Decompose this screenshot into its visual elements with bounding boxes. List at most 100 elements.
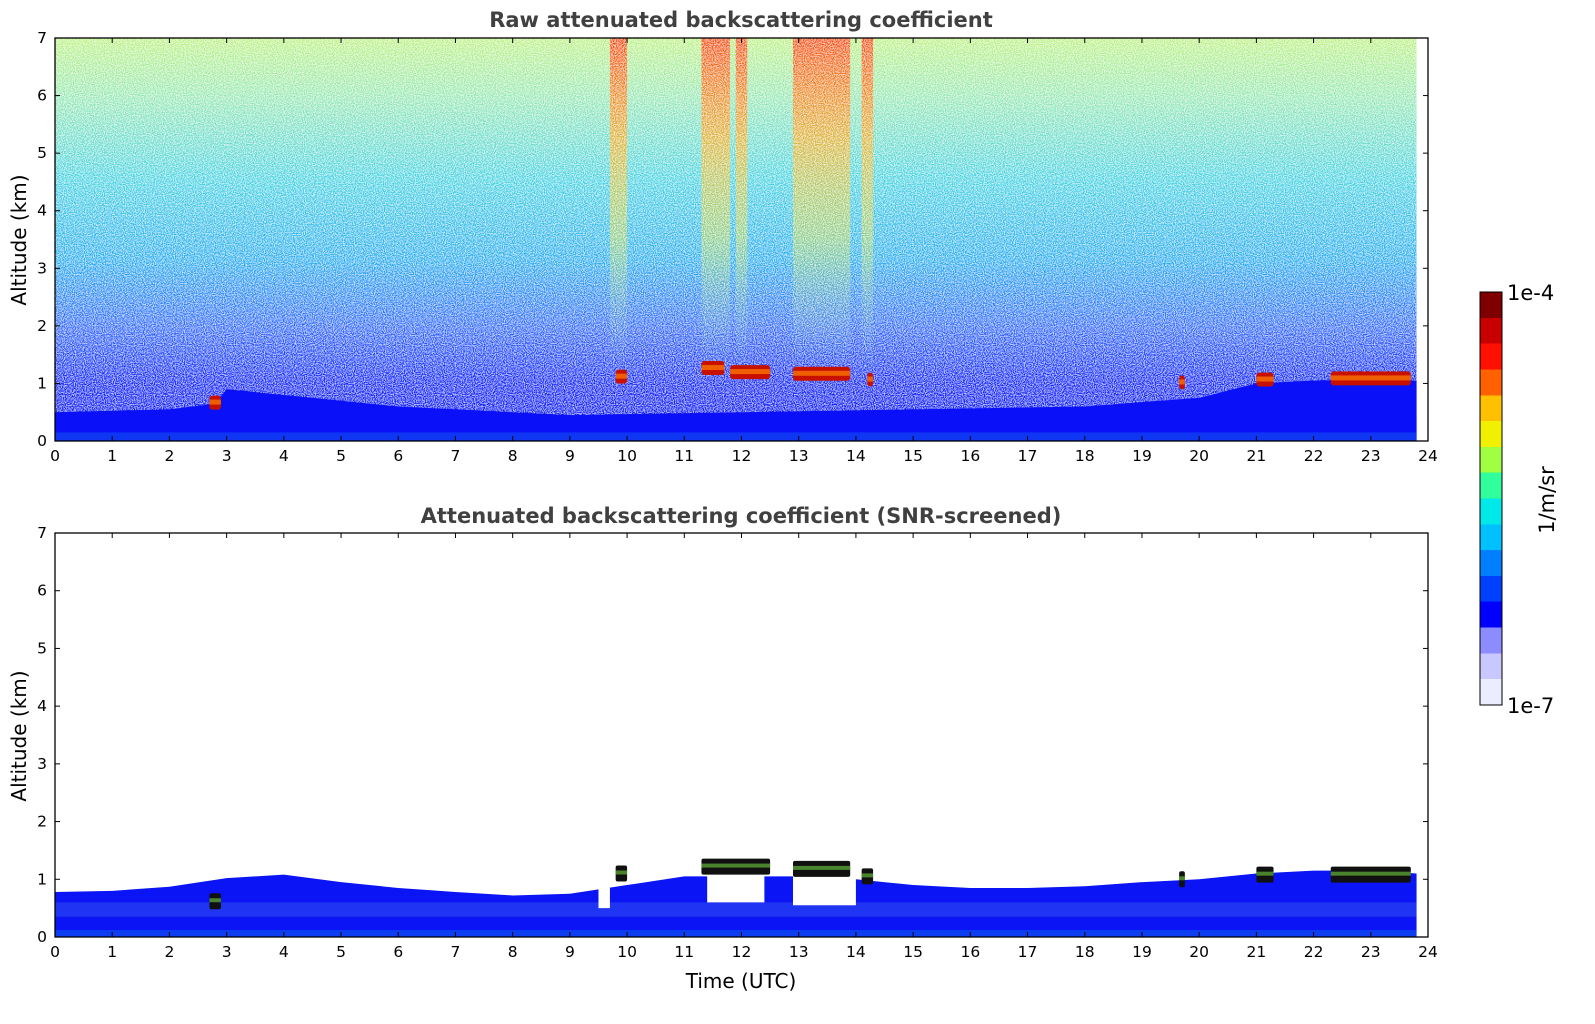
x-tick-label: 13	[789, 943, 809, 961]
x-tick-label: 10	[617, 447, 637, 465]
cloud-core	[701, 365, 725, 371]
x-tick-label: 2	[164, 447, 174, 465]
cloud-core	[1256, 376, 1274, 382]
panel-1-data	[55, 38, 1417, 441]
x-tick-label: 8	[508, 943, 518, 961]
x-tick-label: 9	[565, 943, 575, 961]
cloud-edge	[1179, 876, 1185, 881]
x-tick-label: 19	[1132, 943, 1152, 961]
y-tick-label: 3	[37, 259, 47, 277]
x-tick-label: 0	[50, 447, 60, 465]
x-tick-label: 8	[508, 447, 518, 465]
cloud-edge	[1330, 871, 1411, 876]
x-tick-label: 9	[565, 447, 575, 465]
x-tick-label: 17	[1018, 447, 1038, 465]
x-tick-label: 21	[1247, 447, 1267, 465]
x-tick-label: 15	[903, 447, 923, 465]
cloud-edge	[1256, 871, 1274, 876]
y-tick-label: 1	[37, 870, 47, 888]
y-tick-label: 7	[37, 29, 47, 47]
colorbar-min-label: 1e-7	[1507, 694, 1554, 718]
cloud-core	[867, 376, 874, 382]
y-tick-label: 2	[37, 813, 47, 831]
x-tick-label: 7	[451, 943, 461, 961]
x-tick-label: 13	[789, 447, 809, 465]
y-tick-label: 4	[37, 697, 47, 715]
x-tick-label: 23	[1361, 447, 1381, 465]
chart-figure: Raw attenuated backscattering coefficien…	[7, 8, 1559, 993]
colorbar-unit-label: 1/m/sr	[1535, 466, 1559, 534]
cloud-edge	[209, 898, 221, 903]
y-tick-label: 3	[37, 755, 47, 773]
x-tick-label: 0	[50, 943, 60, 961]
x-tick-label: 11	[674, 447, 694, 465]
x-tick-label: 20	[1189, 943, 1209, 961]
cloud-core	[792, 370, 851, 376]
cloud-core	[730, 369, 771, 375]
x-tick-label: 16	[960, 447, 980, 465]
x-tick-label: 6	[393, 447, 403, 465]
cloud-core	[209, 399, 221, 405]
y-tick-label: 1	[37, 374, 47, 392]
cloud-edge	[615, 870, 628, 875]
x-tick-label: 21	[1247, 943, 1267, 961]
y-tick-label: 0	[37, 432, 47, 450]
y-tick-label: 7	[37, 524, 47, 542]
noise-speckle	[55, 38, 1417, 416]
x-tick-label: 3	[222, 447, 232, 465]
x-tick-label: 6	[393, 943, 403, 961]
cloud-edge	[861, 873, 874, 878]
surface-layer	[55, 930, 1417, 937]
x-tick-label: 5	[336, 447, 346, 465]
y-tick-label: 2	[37, 317, 47, 335]
colorbar	[1479, 291, 1503, 706]
panel-2-title: Attenuated backscattering coefficient (S…	[421, 504, 1062, 528]
cloud-core	[1330, 375, 1411, 381]
cloud-edge	[792, 865, 851, 870]
x-tick-label: 5	[336, 943, 346, 961]
screened-gap	[598, 856, 610, 909]
panel-1-ylabel: Altitude (km)	[7, 174, 31, 305]
x-tick-label: 22	[1304, 943, 1324, 961]
x-tick-label: 11	[674, 943, 694, 961]
x-tick-label: 2	[164, 943, 174, 961]
x-tick-label: 18	[1075, 943, 1095, 961]
panel-1-title: Raw attenuated backscattering coefficien…	[489, 8, 993, 32]
panel-2-plot	[55, 856, 1417, 937]
x-tick-label: 12	[732, 447, 752, 465]
residual-layer	[55, 902, 1417, 917]
x-tick-label: 20	[1189, 447, 1209, 465]
y-tick-label: 6	[37, 87, 47, 105]
surface-layer	[55, 432, 1417, 441]
x-tick-label: 16	[960, 943, 980, 961]
colorbar-max-label: 1e-4	[1507, 281, 1554, 305]
cloud-core	[615, 373, 628, 379]
x-tick-label: 23	[1361, 943, 1381, 961]
x-tick-label: 14	[846, 943, 866, 961]
y-tick-label: 5	[37, 144, 47, 162]
panel-1-plot	[55, 38, 1417, 441]
x-tick-label: 1	[107, 447, 117, 465]
cloud-edge	[701, 863, 771, 868]
x-tick-label: 14	[846, 447, 866, 465]
panel-2-data	[55, 856, 1417, 937]
y-tick-label: 6	[37, 582, 47, 600]
y-tick-label: 4	[37, 202, 47, 220]
x-tick-label: 15	[903, 943, 923, 961]
x-tick-label: 3	[222, 943, 232, 961]
y-tick-label: 0	[37, 928, 47, 946]
x-tick-label: 12	[732, 943, 752, 961]
panel-2-xlabel: Time (UTC)	[685, 969, 797, 993]
cloud-core	[1179, 379, 1185, 385]
x-tick-label: 22	[1304, 447, 1324, 465]
x-tick-label: 19	[1132, 447, 1152, 465]
x-tick-label: 17	[1018, 943, 1038, 961]
x-tick-label: 18	[1075, 447, 1095, 465]
x-tick-label: 24	[1418, 447, 1438, 465]
x-tick-label: 4	[279, 943, 289, 961]
x-tick-label: 24	[1418, 943, 1438, 961]
y-tick-label: 5	[37, 639, 47, 657]
x-tick-label: 1	[107, 943, 117, 961]
x-tick-label: 4	[279, 447, 289, 465]
x-tick-label: 7	[451, 447, 461, 465]
